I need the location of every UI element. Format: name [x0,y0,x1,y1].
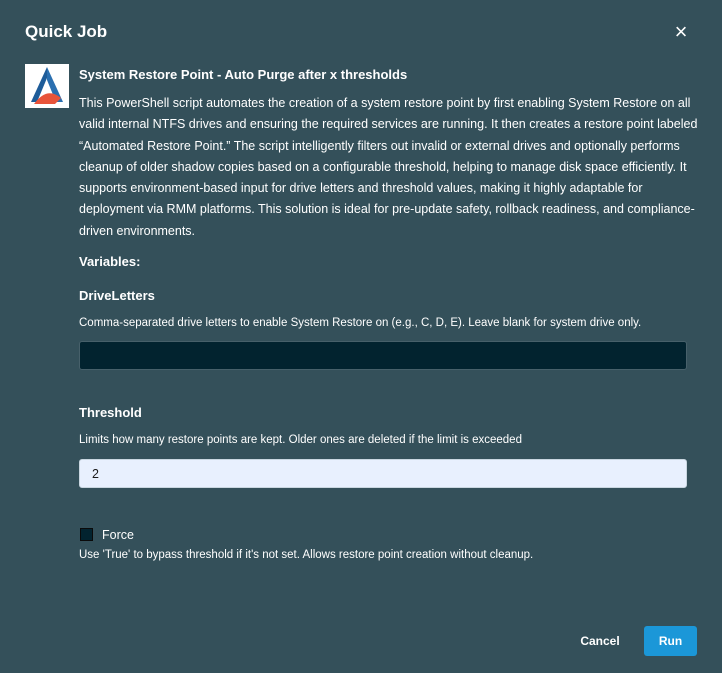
deploy-logo-icon [25,64,69,108]
close-icon[interactable]: × [670,19,692,45]
quick-job-dialog: Quick Job × System Restore Point - Auto … [0,0,722,673]
run-button[interactable]: Run [644,626,697,656]
drive-letters-input[interactable] [79,341,687,370]
script-title: System Restore Point - Auto Purge after … [79,67,408,82]
drive-letters-help: Comma-separated drive letters to enable … [79,317,642,329]
threshold-help: Limits how many restore points are kept.… [79,434,522,446]
variables-heading: Variables: [79,254,141,269]
cancel-button[interactable]: Cancel [571,627,629,655]
dialog-title: Quick Job [25,22,108,41]
force-help: Use 'True' to bypass threshold if it's n… [79,549,534,561]
force-label: Force [102,528,134,542]
force-checkbox[interactable] [80,528,93,541]
script-description: This PowerShell script automates the cre… [79,96,698,238]
drive-letters-label: DriveLetters [79,288,155,303]
threshold-label: Threshold [79,405,142,420]
threshold-input[interactable] [79,459,687,488]
dialog-header: Quick Job × [0,0,722,62]
